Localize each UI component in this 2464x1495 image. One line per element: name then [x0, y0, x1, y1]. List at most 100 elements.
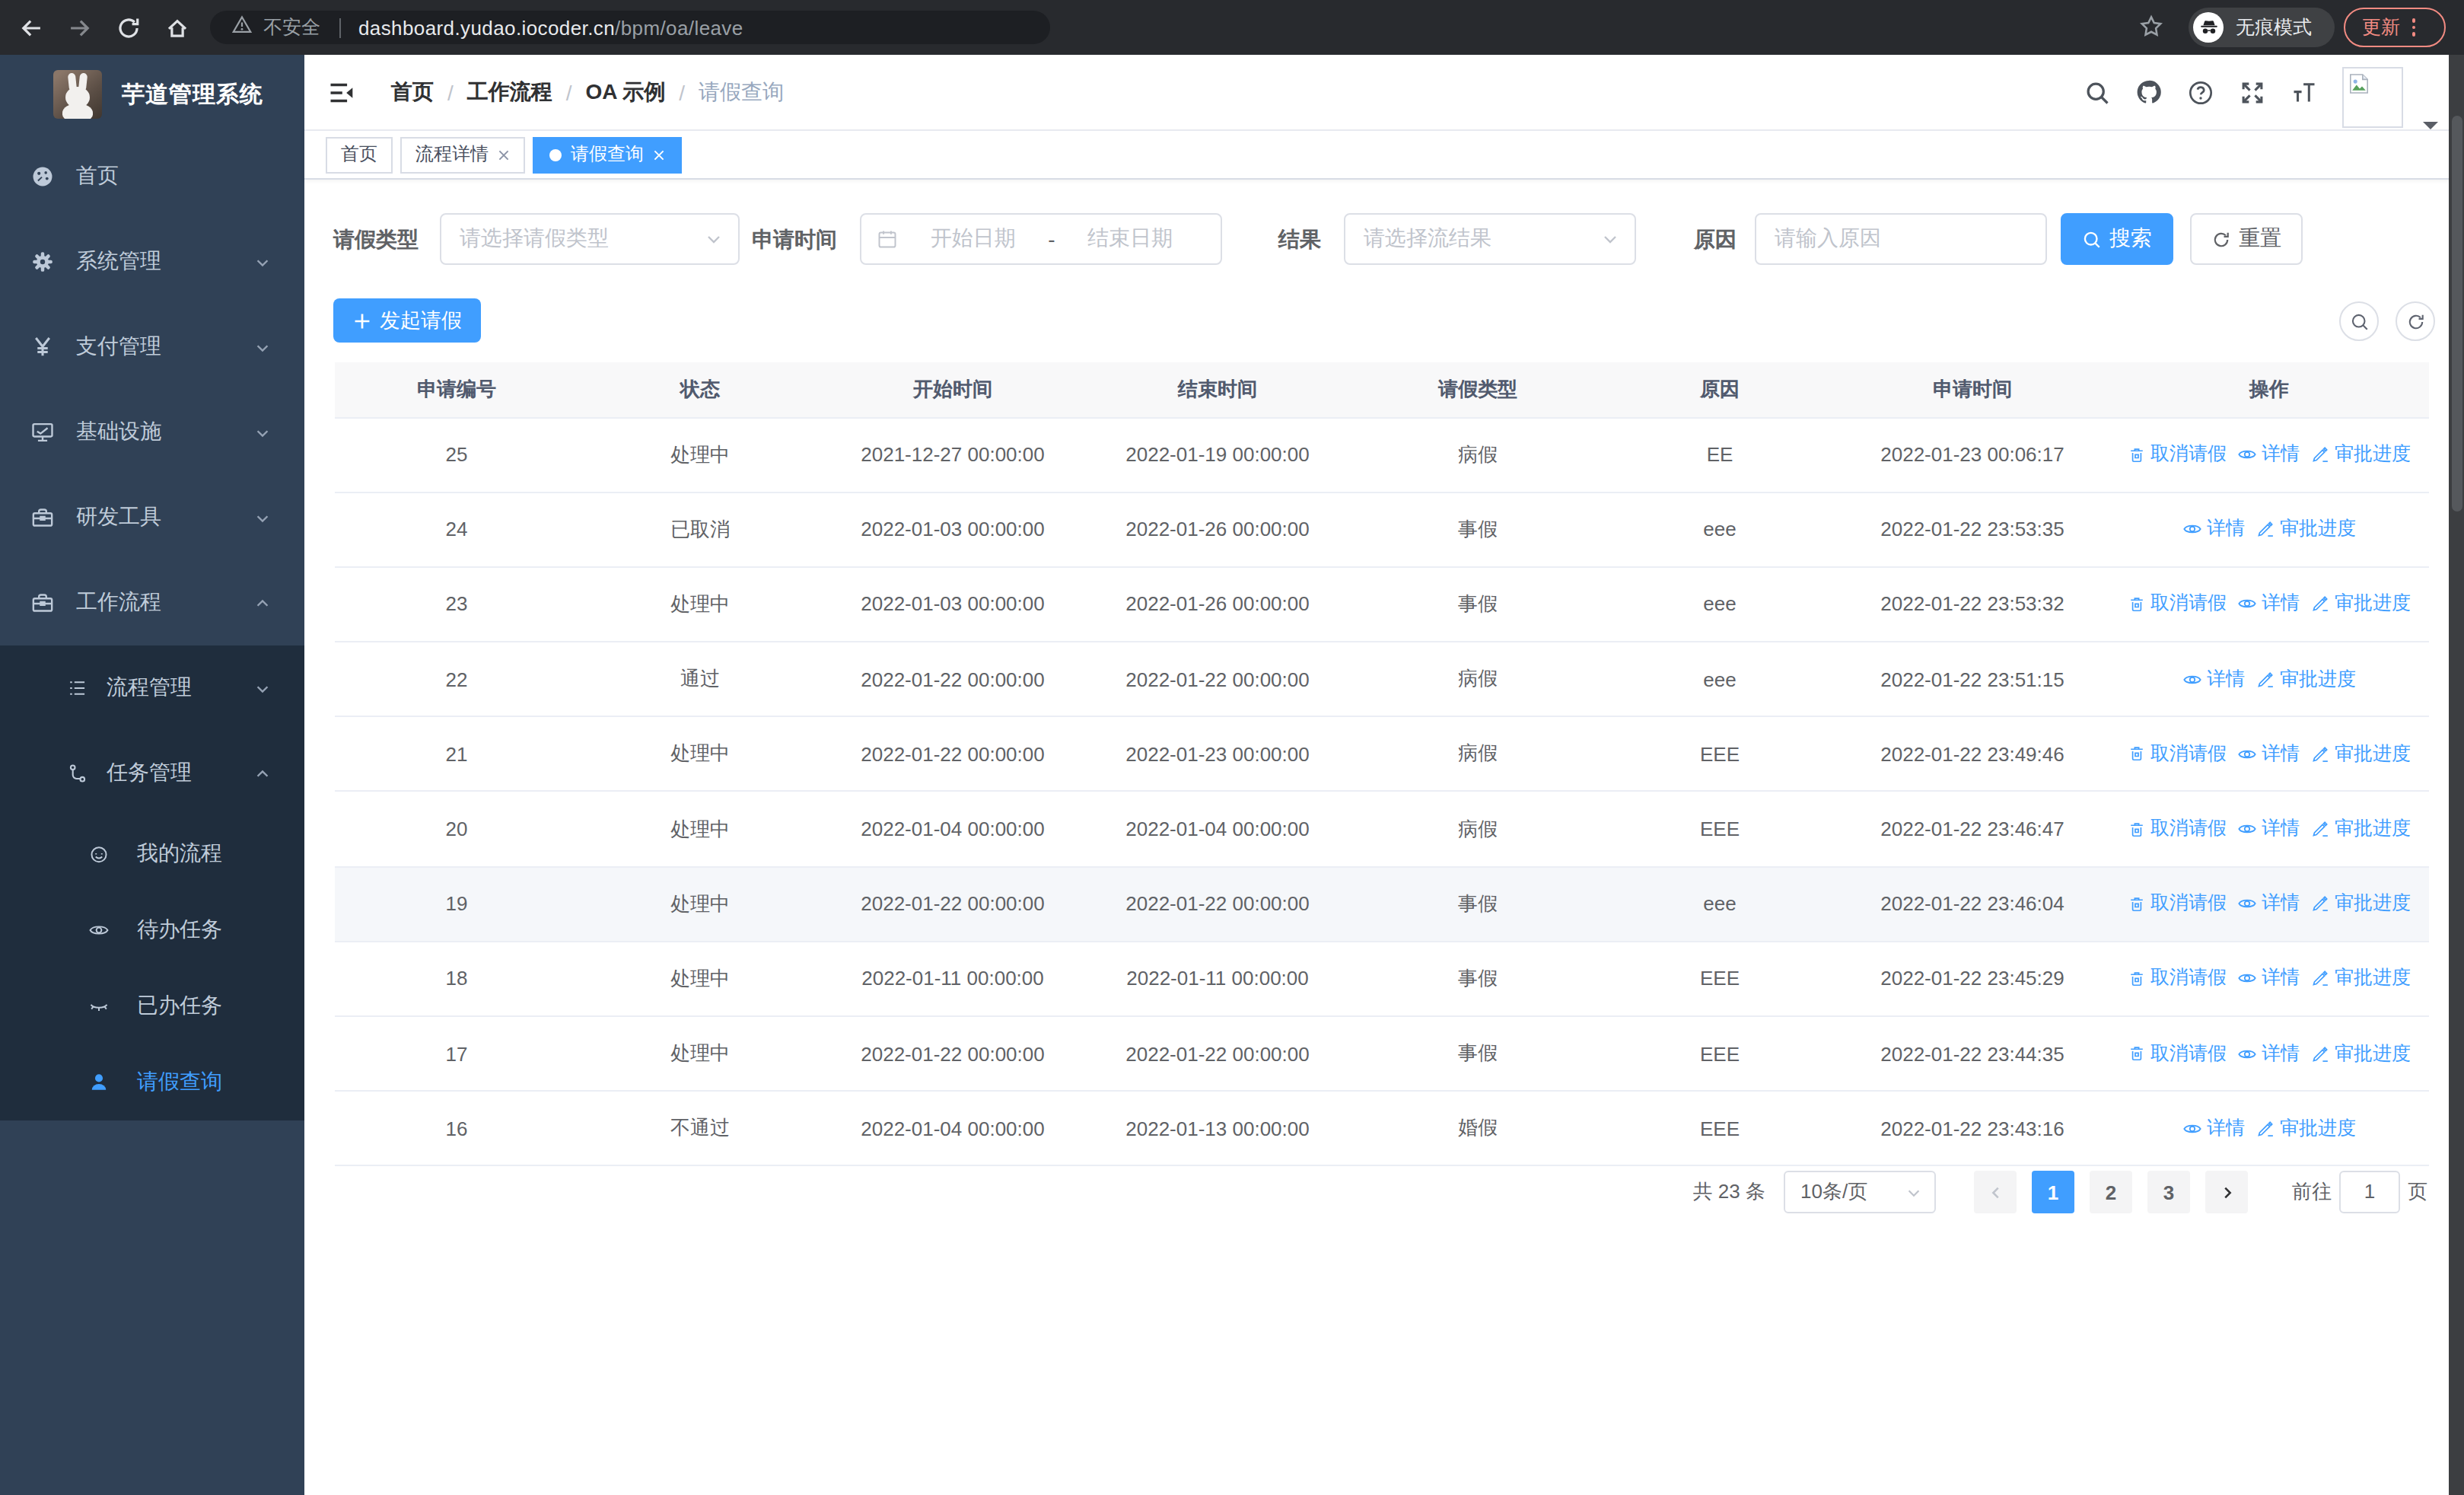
- detail-link[interactable]: 详情: [2182, 517, 2245, 543]
- sidebar-item-devtools[interactable]: 研发工具: [0, 475, 304, 560]
- sidebar-toggle-icon[interactable]: [327, 79, 355, 113]
- start-date-input[interactable]: 开始日期: [898, 225, 1048, 253]
- home-button[interactable]: [152, 3, 201, 52]
- progress-link[interactable]: 审批进度: [2310, 891, 2411, 916]
- cancel-leave-link[interactable]: 取消请假: [2128, 816, 2227, 842]
- forward-button[interactable]: [55, 3, 103, 52]
- reset-button[interactable]: 重置: [2190, 213, 2303, 265]
- detail-link[interactable]: 详情: [2237, 441, 2300, 467]
- sidebar-item-my-process[interactable]: 我的流程: [0, 816, 304, 892]
- sidebar-item-task-mgmt[interactable]: 任务管理: [0, 731, 304, 816]
- detail-link[interactable]: 详情: [2237, 966, 2300, 992]
- sidebar-item-home[interactable]: 首页: [0, 134, 304, 219]
- table-row: 24已取消2022-01-03 00:00:002022-01-26 00:00…: [335, 492, 2429, 566]
- tab-home[interactable]: 首页: [326, 136, 393, 173]
- cancel-leave-link[interactable]: 取消请假: [2128, 1041, 2227, 1066]
- detail-link[interactable]: 详情: [2237, 741, 2300, 767]
- sidebar-item-workflow[interactable]: 工作流程: [0, 560, 304, 645]
- prev-page-button[interactable]: [1974, 1171, 2017, 1213]
- goto-page-input[interactable]: 1: [2339, 1171, 2400, 1213]
- cell-id: 18: [335, 942, 578, 1016]
- address-bar[interactable]: 不安全 dashboard.yudao.iocoder.cn/bpm/oa/le…: [210, 11, 1050, 44]
- cell-ops: 取消请假详情审批进度: [2109, 567, 2429, 642]
- search-button[interactable]: 搜索: [2061, 213, 2173, 265]
- table-search-button[interactable]: [2339, 301, 2379, 341]
- avatar[interactable]: [2342, 67, 2403, 128]
- cancel-leave-link[interactable]: 取消请假: [2128, 741, 2227, 767]
- reload-button[interactable]: [103, 3, 152, 52]
- breadcrumb-workflow[interactable]: 工作流程: [467, 78, 552, 106]
- table-row: 16不通过2022-01-04 00:00:002022-01-13 00:00…: [335, 1091, 2429, 1165]
- progress-link[interactable]: 审批进度: [2310, 966, 2411, 992]
- page-3-button[interactable]: 3: [2147, 1171, 2190, 1213]
- page-1-button[interactable]: 1: [2032, 1171, 2074, 1213]
- sidebar-item-payment[interactable]: 支付管理: [0, 304, 304, 390]
- progress-link[interactable]: 审批进度: [2310, 1041, 2411, 1066]
- leave-type-label: 请假类型: [333, 213, 419, 265]
- page-2-button[interactable]: 2: [2090, 1171, 2132, 1213]
- bookmark-star-icon[interactable]: [2138, 14, 2164, 46]
- progress-link[interactable]: 审批进度: [2310, 741, 2411, 767]
- font-size-icon[interactable]: [2291, 78, 2318, 106]
- table-row: 22通过2022-01-22 00:00:002022-01-22 00:00:…: [335, 642, 2429, 716]
- table-row: 25处理中2021-12-27 00:00:002022-01-19 00:00…: [335, 417, 2429, 492]
- help-icon[interactable]: [2187, 78, 2214, 106]
- sidebar-item-todo-tasks[interactable]: 待办任务: [0, 892, 304, 968]
- tab-leave-query[interactable]: 请假查询: [533, 136, 682, 173]
- detail-link[interactable]: 详情: [2237, 891, 2300, 916]
- progress-link[interactable]: 审批进度: [2310, 816, 2411, 842]
- progress-link[interactable]: 审批进度: [2310, 441, 2411, 467]
- close-icon[interactable]: [653, 148, 665, 161]
- detail-link[interactable]: 详情: [2237, 591, 2300, 617]
- chevron-up-icon: [254, 594, 271, 611]
- search-icon[interactable]: [2084, 78, 2111, 106]
- close-icon[interactable]: [498, 148, 510, 161]
- breadcrumb-home[interactable]: 首页: [391, 78, 434, 106]
- caret-down-icon: [2423, 122, 2438, 137]
- cell-applied: 2022-01-22 23:51:15: [1835, 642, 2109, 716]
- scrollbar[interactable]: [2449, 55, 2464, 1495]
- sidebar-item-done-tasks[interactable]: 已办任务: [0, 968, 304, 1044]
- sidebar-item-leave-query[interactable]: 请假查询: [0, 1044, 304, 1120]
- sidebar-item-process-mgmt[interactable]: 流程管理: [0, 645, 304, 731]
- reason-input[interactable]: 请输入原因: [1755, 213, 2047, 265]
- cell-start: 2022-01-04 00:00:00: [822, 1091, 1084, 1165]
- col-ops: 操作: [2109, 362, 2429, 417]
- detail-link[interactable]: 详情: [2182, 1116, 2245, 1142]
- sidebar-item-infra[interactable]: 基础设施: [0, 390, 304, 475]
- date-range-picker[interactable]: 开始日期 - 结束日期: [860, 213, 1222, 265]
- progress-link[interactable]: 审批进度: [2255, 1116, 2356, 1142]
- update-button[interactable]: 更新: [2344, 8, 2446, 47]
- sidebar-item-label: 首页: [76, 163, 119, 190]
- end-date-input[interactable]: 结束日期: [1055, 225, 1205, 253]
- col-end: 结束时间: [1084, 362, 1351, 417]
- table-refresh-button[interactable]: [2396, 301, 2435, 341]
- cell-end: 2022-01-11 00:00:00: [1084, 942, 1351, 1016]
- cancel-leave-link[interactable]: 取消请假: [2128, 966, 2227, 992]
- page-size-select[interactable]: 10条/页: [1784, 1171, 1936, 1213]
- detail-link[interactable]: 详情: [2237, 816, 2300, 842]
- detail-link[interactable]: 详情: [2237, 1041, 2300, 1066]
- progress-link[interactable]: 审批进度: [2310, 591, 2411, 617]
- scrollbar-thumb[interactable]: [2451, 116, 2462, 512]
- breadcrumb-oa[interactable]: OA 示例: [586, 78, 666, 106]
- fullscreen-icon[interactable]: [2239, 78, 2266, 106]
- cell-id: 16: [335, 1091, 578, 1165]
- result-select[interactable]: 请选择流结果: [1344, 213, 1636, 265]
- sidebar-item-system[interactable]: 系统管理: [0, 219, 304, 304]
- cancel-leave-link[interactable]: 取消请假: [2128, 441, 2227, 467]
- create-leave-button[interactable]: 发起请假: [333, 298, 481, 343]
- detail-link[interactable]: 详情: [2182, 666, 2245, 692]
- cell-status: 处理中: [578, 417, 822, 492]
- cancel-leave-link[interactable]: 取消请假: [2128, 891, 2227, 916]
- back-button[interactable]: [6, 3, 55, 52]
- reason-label: 原因: [1694, 213, 1737, 265]
- progress-link[interactable]: 审批进度: [2255, 517, 2356, 543]
- leave-type-select[interactable]: 请选择请假类型: [440, 213, 740, 265]
- main-area: 首页/ 工作流程/ OA 示例/ 请假查询 首页 流程详情 请假查询 请假类型 …: [304, 55, 2464, 1495]
- progress-link[interactable]: 审批进度: [2255, 666, 2356, 692]
- github-icon[interactable]: [2135, 78, 2163, 106]
- cancel-leave-link[interactable]: 取消请假: [2128, 591, 2227, 617]
- next-page-button[interactable]: [2205, 1171, 2248, 1213]
- tab-process-detail[interactable]: 流程详情: [400, 136, 525, 173]
